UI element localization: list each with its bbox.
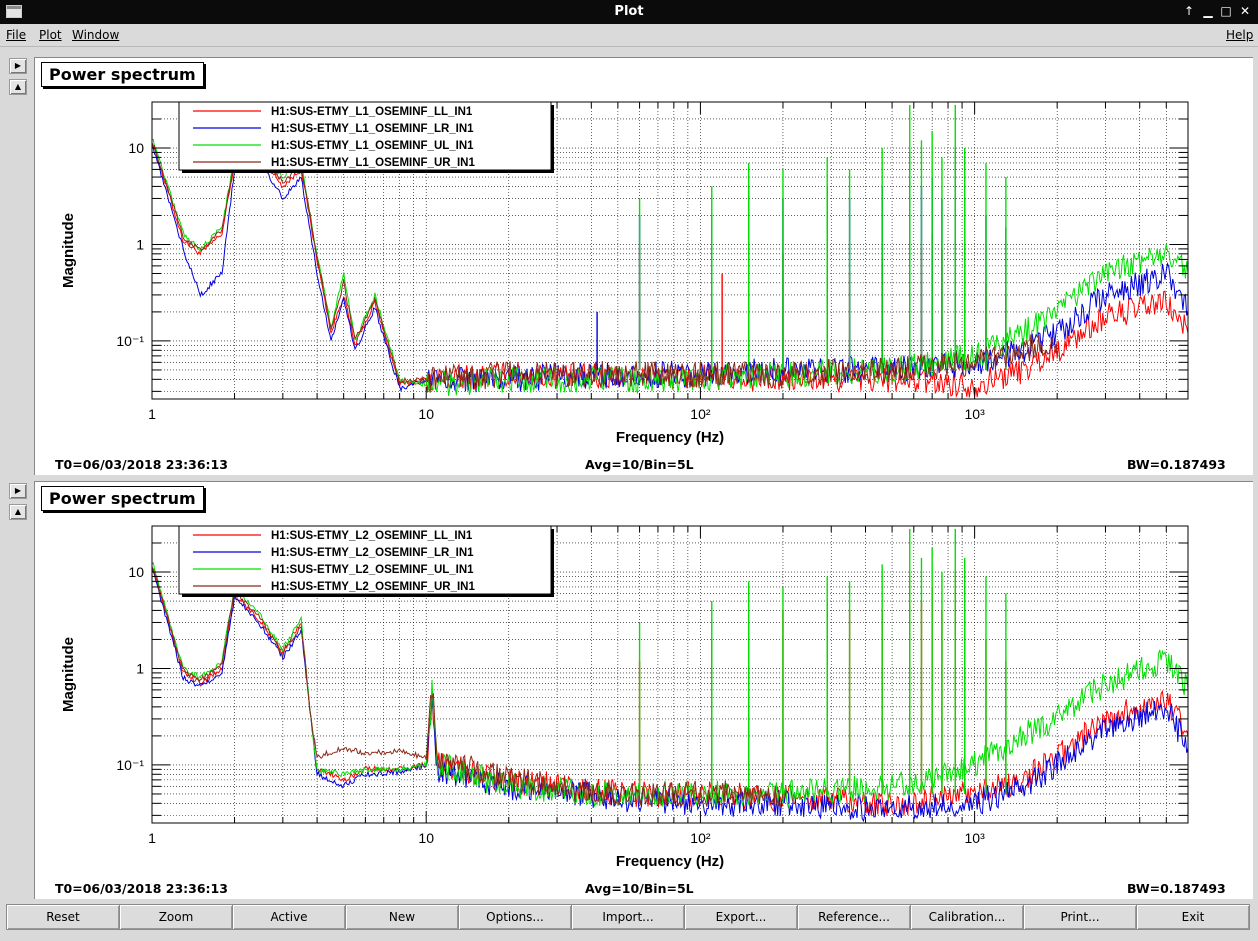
maximize-icon[interactable]: □ — [1218, 3, 1234, 19]
menu-bar: File Plot Window Help — [0, 24, 1258, 47]
reference-button[interactable]: Reference... — [797, 904, 911, 930]
print-button[interactable]: Print... — [1023, 904, 1137, 930]
legend-entry-ul: H1:SUS-ETMY_L1_OSEMINF_UL_IN1 — [271, 140, 474, 152]
y-tick-label: 10⁻¹ — [116, 757, 144, 773]
legend-entry-ll: H1:SUS-ETMY_L2_OSEMINF_LL_IN1 — [271, 530, 473, 542]
y-axis-label: Magnitude — [60, 637, 77, 712]
x-axis-label: Frequency (Hz) — [616, 429, 724, 446]
x-tick-label: 10³ — [965, 406, 986, 422]
legend-entry-ur: H1:SUS-ETMY_L1_OSEMINF_UR_IN1 — [271, 157, 475, 169]
status-t0: T0=06/03/2018 23:36:13 — [55, 457, 228, 472]
close-icon[interactable]: ✕ — [1237, 3, 1253, 19]
y-tick-label: 10⁻¹ — [116, 333, 144, 349]
status-bw: BW=0.187493 — [1127, 457, 1226, 472]
y-tick-label: 1 — [136, 236, 144, 252]
legend: H1:SUS-ETMY_L2_OSEMINF_LL_IN1 H1:SUS-ETMY… — [178, 525, 554, 597]
new-button[interactable]: New — [345, 904, 459, 930]
exit-button[interactable]: Exit — [1136, 904, 1250, 930]
panel-1-title: Power spectrum — [41, 62, 204, 87]
y-tick-label: 10 — [128, 140, 144, 156]
menu-help[interactable]: Help — [1226, 28, 1253, 42]
status-t0: T0=06/03/2018 23:36:13 — [55, 881, 228, 896]
panel2-expand-button[interactable]: ▶ — [9, 483, 27, 499]
legend: H1:SUS-ETMY_L1_OSEMINF_LL_IN1 H1:SUS-ETMY… — [178, 101, 554, 173]
zoom-button[interactable]: Zoom — [119, 904, 233, 930]
x-tick-label: 10 — [418, 830, 434, 846]
active-button[interactable]: Active — [232, 904, 346, 930]
raise-window-icon[interactable]: ↑ — [1181, 3, 1197, 19]
legend-entry-ul: H1:SUS-ETMY_L2_OSEMINF_UL_IN1 — [271, 564, 474, 576]
options-button[interactable]: Options... — [458, 904, 572, 930]
status-avg: Avg=10/Bin=5L — [585, 457, 694, 472]
status-avg: Avg=10/Bin=5L — [585, 881, 694, 896]
import-button[interactable]: Import... — [571, 904, 685, 930]
x-tick-label: 1 — [148, 406, 156, 422]
x-tick-label: 10³ — [965, 830, 986, 846]
x-tick-label: 10 — [418, 406, 434, 422]
legend-entry-ll: H1:SUS-ETMY_L1_OSEMINF_LL_IN1 — [271, 106, 473, 118]
reset-button[interactable]: Reset — [6, 904, 120, 930]
menu-plot[interactable]: Plot — [39, 28, 62, 42]
series-line-lr — [152, 146, 1188, 393]
calibration-button[interactable]: Calibration... — [910, 904, 1024, 930]
x-tick-label: 1 — [148, 830, 156, 846]
y-tick-label: 1 — [136, 660, 144, 676]
legend-entry-ur: H1:SUS-ETMY_L2_OSEMINF_UR_IN1 — [271, 581, 475, 593]
plot-panel-2[interactable]: 1 10 10² 10³ 10⁻¹ 1 10 Frequency (Hz) Magnitude H… — [34, 481, 1253, 899]
window-titlebar[interactable]: Plot ↑ ▁ □ ✕ — [0, 0, 1258, 24]
x-axis-label: Frequency (Hz) — [616, 853, 724, 870]
legend-entry-lr: H1:SUS-ETMY_L1_OSEMINF_LR_IN1 — [271, 123, 474, 135]
y-tick-label: 10 — [128, 564, 144, 580]
legend-entry-lr: H1:SUS-ETMY_L2_OSEMINF_LR_IN1 — [271, 547, 474, 559]
y-axis-label: Magnitude — [60, 213, 77, 288]
menu-window[interactable]: Window — [72, 28, 119, 42]
power-spectrum-chart-1[interactable]: 1 10 10² 10³ 10⁻¹ 1 10 Frequency (Hz) Magnitude H… — [35, 58, 1253, 475]
window-title: Plot — [614, 4, 644, 19]
series-line-ur — [152, 567, 784, 808]
panel-2-title: Power spectrum — [41, 486, 204, 511]
x-tick-label: 10² — [690, 406, 711, 422]
export-button[interactable]: Export... — [684, 904, 798, 930]
power-spectrum-chart-2[interactable]: 1 10 10² 10³ 10⁻¹ 1 10 Frequency (Hz) Magnitude H… — [35, 482, 1253, 899]
panel1-collapse-button[interactable]: ▲ — [9, 79, 27, 95]
panel1-expand-button[interactable]: ▶ — [9, 58, 27, 74]
menu-file[interactable]: File — [6, 28, 26, 42]
series-line-ll — [152, 142, 1188, 398]
plot-panel-1[interactable]: 1 10 10² 10³ 10⁻¹ 1 10 Frequency (Hz) Magnitude H… — [34, 57, 1253, 475]
status-bw: BW=0.187493 — [1127, 881, 1226, 896]
panel2-collapse-button[interactable]: ▲ — [9, 504, 27, 520]
button-bar: Reset Zoom Active New Options... Import.… — [6, 904, 1252, 930]
x-tick-label: 10² — [690, 830, 711, 846]
minimize-icon[interactable]: ▁ — [1200, 3, 1216, 19]
